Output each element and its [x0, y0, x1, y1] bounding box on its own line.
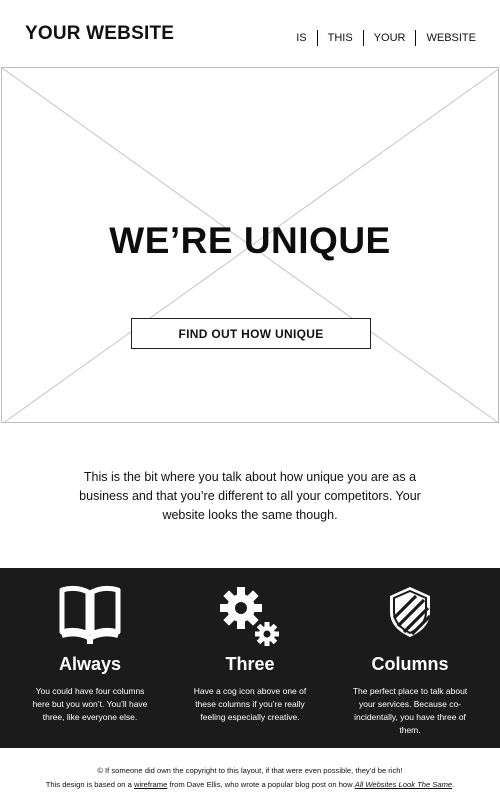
- hero-image-placeholder: WE’RE UNIQUE FIND OUT HOW UNIQUE: [1, 67, 499, 423]
- main-nav: IS THIS YOUR WEBSITE: [286, 30, 476, 46]
- copyright-text: © If someone did own the copyright to th…: [97, 766, 403, 775]
- nav-item-is[interactable]: IS: [286, 31, 316, 45]
- feature-text: Have a cog icon above one of these colum…: [193, 686, 307, 722]
- credit-suffix: .: [452, 780, 455, 789]
- all-websites-link[interactable]: All Websites Look The Same: [355, 780, 452, 789]
- nav-item-this[interactable]: THIS: [318, 31, 363, 45]
- cog-icon: [170, 584, 330, 648]
- site-header: YOUR WEBSITE IS THIS YOUR WEBSITE: [0, 0, 500, 68]
- nav-item-website[interactable]: WEBSITE: [416, 31, 476, 45]
- site-logo[interactable]: YOUR WEBSITE: [25, 23, 174, 45]
- feature-title: Columns: [371, 654, 449, 674]
- feature-title: Three: [225, 654, 275, 674]
- site-footer: © If someone did own the copyright to th…: [0, 764, 500, 792]
- intro-text: This is the bit where you talk about how…: [79, 470, 421, 522]
- feature-title: Always: [58, 654, 122, 674]
- wireframe-link[interactable]: wireframe: [134, 780, 167, 789]
- credit-text: This design is based on a wireframe from…: [0, 778, 500, 792]
- feature-text: The perfect place to talk about your ser…: [352, 686, 468, 735]
- shield-icon: [330, 584, 490, 648]
- credit-prefix: This design is based on a: [45, 780, 132, 789]
- book-icon: [10, 584, 170, 648]
- find-out-button[interactable]: FIND OUT HOW UNIQUE: [131, 318, 371, 349]
- hero-title: WE’RE UNIQUE: [109, 220, 391, 261]
- credit-middle: from Dave Ellis, who wrote a popular blo…: [169, 780, 353, 789]
- features-band: Always You could have four columns here …: [0, 568, 500, 748]
- feature-text: You could have four columns here but you…: [32, 686, 148, 722]
- nav-item-your[interactable]: YOUR: [364, 31, 416, 45]
